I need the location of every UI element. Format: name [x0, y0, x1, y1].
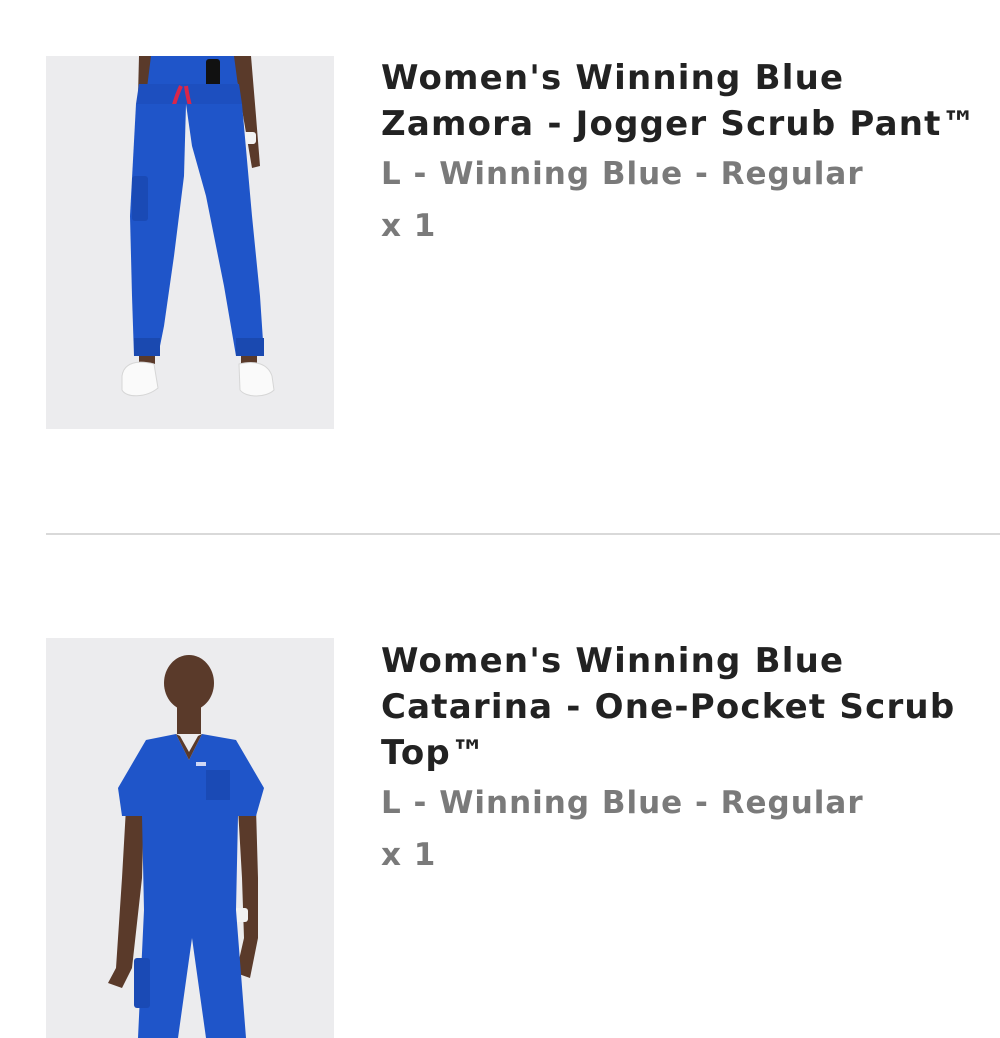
cart-item-details: Women's Winning Blue Zamora - Jogger Scr…: [381, 55, 981, 247]
product-quantity: x 1: [381, 208, 437, 244]
cart-item: Women's Winning Blue Zamora - Jogger Scr…: [0, 0, 1000, 535]
product-variant: L - Winning Blue - Regular: [381, 785, 864, 821]
jogger-pant-illustration: [46, 56, 334, 429]
product-title-line: Catarina - One-Pocket Scrub: [381, 687, 956, 727]
scrub-top-image[interactable]: [46, 638, 334, 1038]
jogger-scrub-pant-image[interactable]: [46, 56, 334, 429]
cart-item: Women's Winning Blue Catarina - One-Pock…: [0, 535, 1000, 1038]
product-title-line: Top™: [381, 733, 487, 773]
scrub-top-illustration: [46, 638, 334, 1038]
product-title-line: Women's Winning Blue: [381, 641, 845, 681]
product-title-line: Women's Winning Blue: [381, 58, 845, 98]
product-title[interactable]: Women's Winning Blue Catarina - One-Pock…: [381, 638, 981, 776]
product-title-line: Zamora - Jogger Scrub Pant™: [381, 104, 977, 144]
product-quantity: x 1: [381, 837, 437, 873]
product-title[interactable]: Women's Winning Blue Zamora - Jogger Scr…: [381, 55, 981, 147]
product-variant: L - Winning Blue - Regular: [381, 156, 864, 192]
cart-item-details: Women's Winning Blue Catarina - One-Pock…: [381, 638, 981, 876]
